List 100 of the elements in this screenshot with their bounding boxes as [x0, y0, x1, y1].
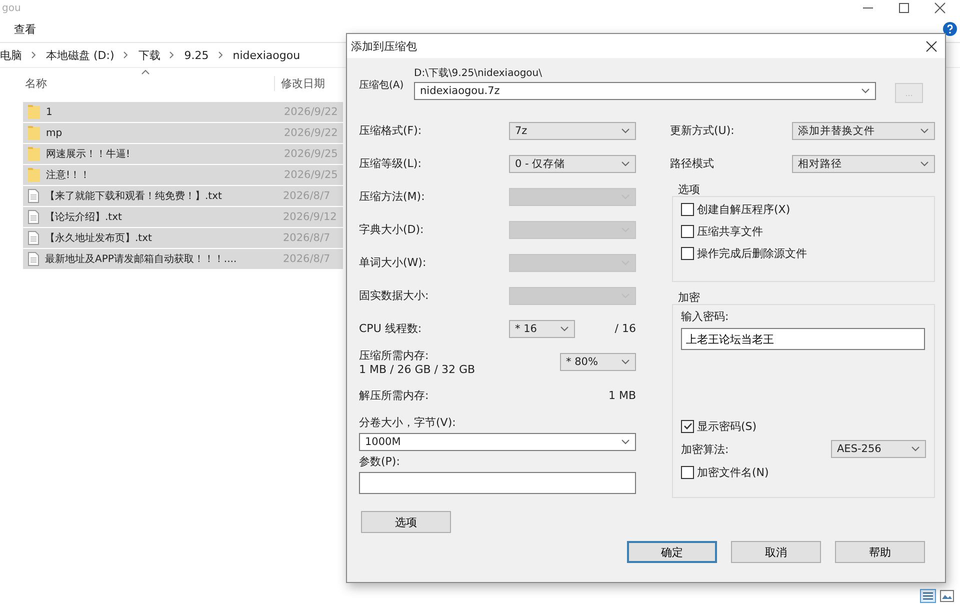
file-row[interactable]: mp 2026/9/22: [23, 123, 343, 144]
folder-icon: [28, 147, 40, 161]
modified-date: 2026/9/22: [284, 127, 338, 139]
chevron-down-icon: [621, 439, 630, 445]
file-row[interactable]: 【永久地址发布页】.txt 2026/8/7: [23, 228, 343, 249]
modified-date: 2026/8/7: [283, 190, 330, 202]
field-label: 压缩等级(L):: [359, 156, 422, 171]
checkbox-label: 显示密码(S): [697, 418, 757, 434]
group-title: 选项: [678, 182, 701, 196]
modified-date: 2026/8/7: [283, 232, 330, 244]
checkbox[interactable]: [681, 246, 694, 260]
field-label: 路径模式: [670, 156, 715, 171]
chevron-icon: [169, 51, 176, 59]
details-view-icon[interactable]: [920, 589, 936, 603]
checkbox[interactable]: [681, 202, 694, 216]
password-field[interactable]: 上老王论坛当老王: [681, 328, 925, 350]
memory-usage: 1 MB / 26 GB / 32 GB: [359, 363, 476, 376]
options-button[interactable]: 选项: [361, 511, 451, 533]
close-icon[interactable]: [934, 2, 946, 14]
field-label: 加密算法:: [681, 442, 729, 456]
chevron-down-icon: [911, 446, 920, 452]
chevron-down-icon: [621, 359, 630, 365]
breadcrumb-item[interactable]: 电脑: [0, 48, 22, 62]
field-label: 字典大小(D):: [359, 222, 425, 237]
chevron-icon: [123, 51, 130, 59]
dialog-button[interactable]: 确定: [627, 541, 717, 563]
file-row[interactable]: 1 2026/9/22: [23, 102, 343, 123]
help-icon[interactable]: [943, 22, 957, 36]
checkbox[interactable]: [681, 420, 694, 432]
chevron-icon: [31, 51, 37, 59]
field-label: 压缩所需内存:: [359, 348, 430, 363]
breadcrumb-item[interactable]: 9.25: [184, 48, 209, 62]
chevron-down-icon: [920, 160, 929, 166]
dialog-button[interactable]: 帮助: [835, 541, 925, 563]
checkbox-label: 压缩共享文件: [697, 224, 763, 238]
field-label: 固实数据大小:: [359, 288, 430, 303]
checkbox[interactable]: [681, 224, 694, 238]
file-name: 1: [46, 106, 54, 118]
modified-date: 2026/8/7: [283, 253, 330, 265]
field-label: 更新方式(U):: [670, 123, 736, 138]
file-row[interactable]: 注意!！！ 2026/9/25: [23, 165, 343, 186]
text-file-icon: [28, 231, 39, 245]
folder-icon: [28, 105, 40, 119]
menu-item[interactable]: 查看: [14, 22, 36, 36]
folder-icon: [28, 126, 40, 140]
archive-name-combo[interactable]: nidexiaogou.7z: [414, 82, 876, 100]
group-title: 加密: [678, 290, 701, 304]
modified-date: 2026/9/25: [284, 169, 338, 181]
breadcrumb-item[interactable]: 本地磁盘 (D:): [46, 48, 114, 62]
field-label: 单词大小(W):: [359, 255, 428, 270]
dropdown[interactable]: 相对路径: [792, 154, 935, 172]
chevron-down-icon: [861, 88, 870, 94]
volume-size-combo[interactable]: 1000M: [359, 433, 636, 451]
dropdown[interactable]: AES-256: [831, 440, 926, 458]
thread-max: / 16: [614, 322, 636, 335]
file-name: mp: [46, 128, 64, 138]
dropdown[interactable]: * 80%: [560, 353, 636, 371]
breadcrumb-item[interactable]: 下载: [138, 48, 160, 62]
checkbox[interactable]: [681, 466, 694, 478]
dropdown[interactable]: 7z: [509, 122, 636, 140]
maximize-icon[interactable]: [898, 2, 910, 14]
folder-icon: [28, 168, 40, 182]
dropdown[interactable]: 添加并替换文件: [792, 122, 935, 140]
file-name: 注意!！！: [46, 168, 92, 182]
file-row[interactable]: 【论坛介绍】.txt 2026/9/12: [23, 207, 343, 228]
field-label: 压缩方法(M):: [359, 189, 426, 204]
field-label: 压缩格式(F):: [359, 123, 423, 138]
modified-date: 2026/9/22: [284, 106, 338, 118]
column-header[interactable]: 修改日期: [274, 76, 325, 90]
chevron-down-icon: [621, 128, 630, 134]
dialog-button[interactable]: 取消: [731, 541, 821, 563]
dropdown[interactable]: * 16: [509, 320, 575, 338]
window-title: gou: [2, 2, 21, 14]
text-file-icon: [28, 210, 39, 224]
breadcrumb-item[interactable]: nidexiaogou: [232, 48, 300, 62]
field-label: 输入密码:: [681, 309, 730, 324]
column-header[interactable]: 名称: [25, 76, 47, 90]
field-label: 压缩包(A): [359, 78, 405, 92]
thumbnail-view-icon[interactable]: [940, 590, 954, 602]
file-row[interactable]: 网速展示！！牛逼! 2026/9/25: [23, 144, 343, 165]
field-label: 解压所需内存:: [359, 388, 430, 403]
chevron-down-icon: [621, 160, 630, 166]
file-row[interactable]: 最新地址及APP请发邮箱自动获取！！！.... 2026/8/7: [23, 249, 343, 270]
file-name: 【永久地址发布页】.txt: [45, 232, 153, 245]
text-file-icon: [28, 252, 39, 266]
text-file-icon: [28, 189, 39, 203]
file-row[interactable]: 【来了就能下载和观看！纯免费！】.txt 2026/8/7: [23, 186, 343, 207]
field-label: 参数(P):: [359, 454, 401, 470]
archive-path: D:\下载\9.25\nidexiaogou\: [414, 66, 543, 80]
chevron-icon: [218, 51, 224, 59]
checkbox-label: 创建自解压程序(X): [697, 202, 790, 216]
close-icon[interactable]: [926, 40, 937, 52]
field-label: CPU 线程数:: [359, 321, 423, 336]
field-label: 分卷大小，字节(V):: [359, 415, 457, 431]
chevron-down-icon: [560, 326, 569, 332]
file-name: 最新地址及APP请发邮箱自动获取！！！....: [45, 252, 238, 266]
dialog-title: 添加到压缩包: [351, 38, 417, 54]
modified-date: 2026/9/12: [283, 211, 337, 223]
parameters-field[interactable]: [359, 472, 636, 494]
dropdown[interactable]: 0 - 仅存储: [509, 154, 636, 172]
